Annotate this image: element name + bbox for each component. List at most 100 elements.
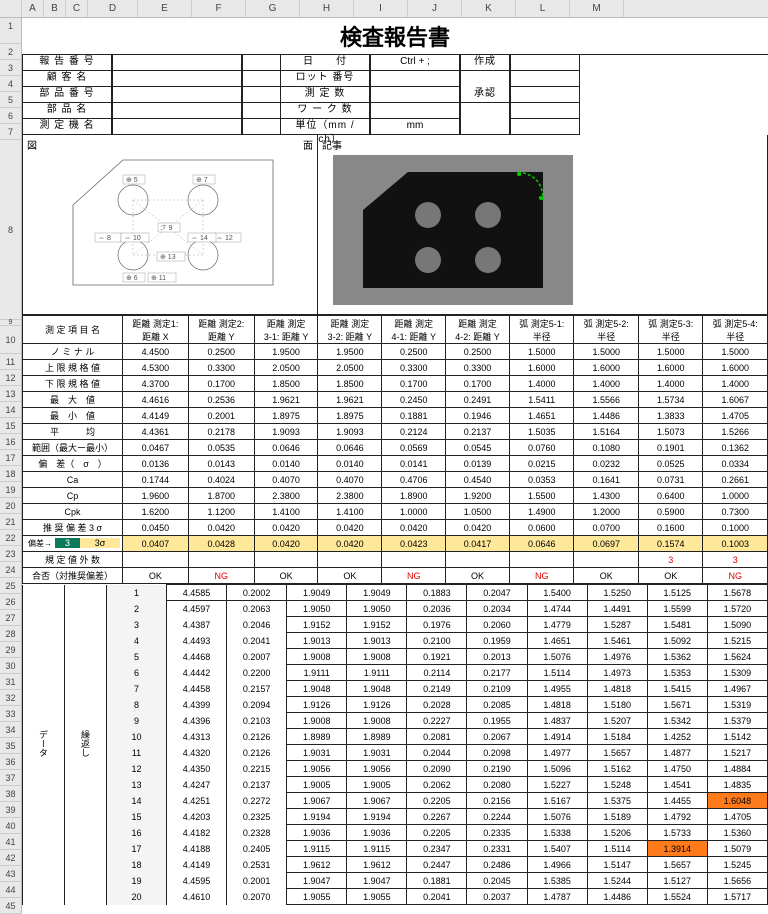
stat-cell[interactable]: 0.1700 bbox=[446, 376, 510, 392]
stat-cell[interactable]: 0.3300 bbox=[188, 360, 254, 376]
stat-cell[interactable]: 0.0569 bbox=[382, 440, 446, 456]
stat-cell[interactable]: 1.4300 bbox=[574, 488, 639, 504]
data-cell[interactable]: 1.9047 bbox=[287, 873, 347, 889]
stat-cell[interactable]: 1.8975 bbox=[318, 408, 382, 424]
data-cell[interactable]: 1.5657 bbox=[647, 857, 707, 873]
data-cell[interactable]: 1.9048 bbox=[287, 681, 347, 697]
data-cell[interactable]: 4.4396 bbox=[167, 713, 227, 729]
stat-cell[interactable]: 0.5900 bbox=[638, 504, 703, 520]
data-cell[interactable]: 1.9126 bbox=[287, 697, 347, 713]
stat-cell[interactable]: 1.4000 bbox=[638, 376, 703, 392]
data-cell[interactable]: 1.4651 bbox=[527, 633, 587, 649]
stat-cell[interactable]: 4.4361 bbox=[123, 424, 189, 440]
stat-cell[interactable]: 2.0500 bbox=[254, 360, 318, 376]
data-cell[interactable]: 4.4597 bbox=[167, 601, 227, 617]
data-cell[interactable]: 1.9152 bbox=[287, 617, 347, 633]
data-cell[interactable]: 1.5400 bbox=[527, 585, 587, 601]
data-cell[interactable]: 1.5076 bbox=[527, 649, 587, 665]
data-cell[interactable]: 1.4744 bbox=[527, 601, 587, 617]
data-cell[interactable]: 0.2177 bbox=[467, 665, 527, 681]
data-cell[interactable]: 1.5733 bbox=[647, 825, 707, 841]
data-cell[interactable]: 1.9008 bbox=[347, 713, 407, 729]
stat-cell[interactable]: 0.0420 bbox=[382, 520, 446, 536]
data-cell[interactable]: 1.5125 bbox=[647, 585, 707, 601]
value-created[interactable] bbox=[510, 55, 580, 71]
stat-cell[interactable]: 0.0139 bbox=[446, 456, 510, 472]
stat-cell[interactable]: 0.0450 bbox=[123, 520, 189, 536]
stat-cell[interactable]: 4.5300 bbox=[123, 360, 189, 376]
data-cell[interactable]: 1.4973 bbox=[587, 665, 647, 681]
stat-cell[interactable]: 0.1881 bbox=[382, 408, 446, 424]
stat-cell[interactable]: 1.8500 bbox=[254, 376, 318, 392]
data-cell[interactable]: 0.1955 bbox=[467, 713, 527, 729]
data-cell[interactable]: 0.2109 bbox=[467, 681, 527, 697]
stat-cell[interactable]: 1.4900 bbox=[509, 504, 574, 520]
stat-cell[interactable]: 1.6000 bbox=[574, 360, 639, 376]
stat-cell[interactable]: 0.0700 bbox=[574, 520, 639, 536]
stat-cell[interactable]: 0.0420 bbox=[446, 520, 510, 536]
stat-cell[interactable]: 0.0535 bbox=[188, 440, 254, 456]
stat-cell[interactable]: 1.9500 bbox=[254, 344, 318, 360]
data-cell[interactable]: 1.5353 bbox=[647, 665, 707, 681]
data-cell[interactable]: 4.4493 bbox=[167, 633, 227, 649]
data-cell[interactable]: 0.2190 bbox=[467, 761, 527, 777]
data-cell[interactable]: 1.5076 bbox=[527, 809, 587, 825]
stat-cell[interactable]: 1.4000 bbox=[574, 376, 639, 392]
stat-cell[interactable]: 4.4500 bbox=[123, 344, 189, 360]
stat-cell[interactable]: 2.3800 bbox=[318, 488, 382, 504]
data-cell[interactable]: 1.8989 bbox=[287, 729, 347, 745]
data-cell[interactable]: 0.2007 bbox=[227, 649, 287, 665]
data-cell[interactable]: 1.4818 bbox=[527, 697, 587, 713]
data-cell[interactable]: 1.9111 bbox=[347, 665, 407, 681]
data-cell[interactable]: 0.2244 bbox=[467, 809, 527, 825]
stat-cell[interactable]: 0.1744 bbox=[123, 472, 189, 488]
data-cell[interactable]: 0.2034 bbox=[467, 601, 527, 617]
data-cell[interactable]: 1.9115 bbox=[287, 841, 347, 857]
data-cell[interactable]: 4.4387 bbox=[167, 617, 227, 633]
data-cell[interactable]: 1.5206 bbox=[587, 825, 647, 841]
data-cell[interactable]: 1.9005 bbox=[287, 777, 347, 793]
data-cell[interactable]: 1.5309 bbox=[707, 665, 767, 681]
data-cell[interactable]: 1.9056 bbox=[287, 761, 347, 777]
data-cell[interactable]: 0.2325 bbox=[227, 809, 287, 825]
data-cell[interactable]: 0.2047 bbox=[467, 585, 527, 601]
data-cell[interactable]: 4.4182 bbox=[167, 825, 227, 841]
stat-cell[interactable]: 0.0232 bbox=[574, 456, 639, 472]
data-cell[interactable]: 1.9612 bbox=[347, 857, 407, 873]
value-report-no[interactable] bbox=[112, 55, 242, 71]
stat-cell[interactable]: 1.4651 bbox=[509, 408, 574, 424]
stat-cell[interactable]: 0.1000 bbox=[703, 520, 768, 536]
data-cell[interactable]: 0.2103 bbox=[227, 713, 287, 729]
data-cell[interactable]: 0.2205 bbox=[407, 825, 467, 841]
data-cell[interactable]: 0.2156 bbox=[467, 793, 527, 809]
data-cell[interactable]: 1.9050 bbox=[347, 601, 407, 617]
data-cell[interactable]: 1.9047 bbox=[347, 873, 407, 889]
stat-cell[interactable]: 1.9621 bbox=[318, 392, 382, 408]
data-cell[interactable]: 1.5162 bbox=[587, 761, 647, 777]
data-cell[interactable]: 1.5244 bbox=[587, 873, 647, 889]
data-cell[interactable]: 4.4203 bbox=[167, 809, 227, 825]
stat-cell[interactable]: 0.0353 bbox=[509, 472, 574, 488]
data-cell[interactable]: 1.9152 bbox=[347, 617, 407, 633]
data-cell[interactable]: 1.4837 bbox=[527, 713, 587, 729]
stat-cell[interactable]: 1.8900 bbox=[382, 488, 446, 504]
stat-cell[interactable]: 0.0420 bbox=[188, 520, 254, 536]
stat-cell[interactable]: 0.0600 bbox=[509, 520, 574, 536]
data-cell[interactable]: 1.5127 bbox=[647, 873, 707, 889]
data-cell[interactable]: 0.2085 bbox=[467, 697, 527, 713]
stat-cell[interactable]: 1.5035 bbox=[509, 424, 574, 440]
data-cell[interactable]: 1.5338 bbox=[527, 825, 587, 841]
stat-cell[interactable]: 0.0646 bbox=[254, 440, 318, 456]
data-cell[interactable]: 1.5624 bbox=[707, 649, 767, 665]
data-cell[interactable]: 1.5720 bbox=[707, 601, 767, 617]
data-cell[interactable]: 1.9005 bbox=[347, 777, 407, 793]
data-cell[interactable]: 1.9008 bbox=[347, 649, 407, 665]
data-cell[interactable]: 1.5167 bbox=[527, 793, 587, 809]
stat-cell[interactable]: 4.4149 bbox=[123, 408, 189, 424]
data-cell[interactable]: 1.4252 bbox=[647, 729, 707, 745]
data-cell[interactable]: 1.8989 bbox=[347, 729, 407, 745]
data-cell[interactable]: 1.5092 bbox=[647, 633, 707, 649]
data-cell[interactable]: 1.5079 bbox=[707, 841, 767, 857]
data-cell[interactable]: 4.4458 bbox=[167, 681, 227, 697]
stat-cell[interactable]: 0.0136 bbox=[123, 456, 189, 472]
